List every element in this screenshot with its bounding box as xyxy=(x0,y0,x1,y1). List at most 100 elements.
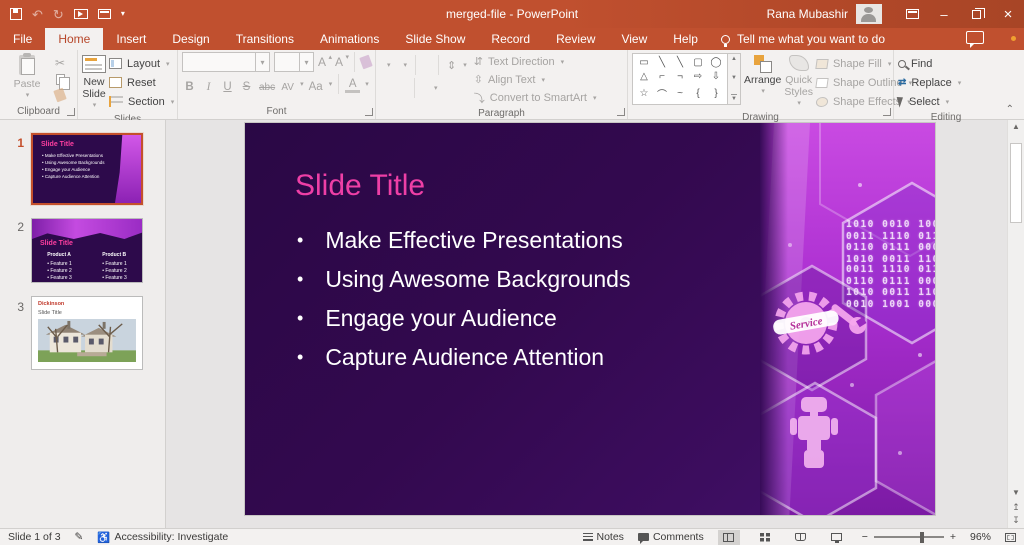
collapse-ribbon-icon[interactable]: ⌃ xyxy=(1006,104,1014,115)
layout-button[interactable]: Layout▾ xyxy=(109,55,174,72)
rectangle-shape-icon[interactable]: ▢ xyxy=(693,57,702,68)
slideshow-settings-icon[interactable] xyxy=(98,9,111,19)
ribbon-display-options-button[interactable] xyxy=(896,0,928,28)
drawing-dialog-launcher[interactable] xyxy=(883,108,891,116)
scrollbar-thumb[interactable] xyxy=(1010,143,1022,223)
tab-animations[interactable]: Animations xyxy=(307,28,392,50)
slide-thumbnail-2[interactable]: Slide Title Product A Feature 1Feature 2… xyxy=(31,218,143,283)
shapes-gallery[interactable]: ▭ ╲ ╲ ▢ ◯ △ ⌐ ¬ ⇨ ⇩ ☆ ⌒ ~ { } xyxy=(632,53,728,105)
clipboard-dialog-launcher[interactable] xyxy=(67,108,75,116)
comments-bubble-icon[interactable] xyxy=(966,31,984,44)
right-brace-shape-icon[interactable]: } xyxy=(714,88,717,99)
textbox-shape-icon[interactable]: ▭ xyxy=(639,57,648,68)
tab-file[interactable]: File xyxy=(0,28,45,50)
line-shape-icon[interactable]: ╲ xyxy=(659,57,665,68)
convert-smartart-button[interactable]: ⤵Convert to SmartArt▾ xyxy=(474,89,597,106)
font-color-button[interactable]: A xyxy=(345,76,360,93)
zoom-level[interactable]: 96% xyxy=(970,531,991,543)
arrow-line-shape-icon[interactable]: ╲ xyxy=(677,57,683,68)
redo-icon[interactable]: ↻ xyxy=(53,8,64,21)
undo-icon[interactable]: ↶ xyxy=(32,8,43,21)
scroll-up-icon[interactable]: ▲ xyxy=(1008,120,1024,134)
user-avatar[interactable] xyxy=(856,4,882,24)
change-case-button[interactable]: Aa xyxy=(308,76,324,93)
triangle-shape-icon[interactable]: △ xyxy=(640,71,648,82)
elbow-arrow-shape-icon[interactable]: ¬ xyxy=(677,71,683,82)
tab-insert[interactable]: Insert xyxy=(103,28,159,50)
quick-styles-button[interactable]: Quick Styles▾ xyxy=(784,53,813,110)
slide-sorter-view-button[interactable] xyxy=(754,530,776,545)
character-spacing-button[interactable]: AV xyxy=(280,76,295,93)
gallery-down-icon[interactable]: ▼ xyxy=(731,75,737,81)
save-icon[interactable] xyxy=(10,8,22,20)
font-size-combobox[interactable]: ▾ xyxy=(274,52,314,72)
right-arrow-shape-icon[interactable]: ⇨ xyxy=(694,71,702,82)
tell-me-box[interactable]: Tell me what you want to do xyxy=(721,28,885,50)
italic-button[interactable]: I xyxy=(201,76,216,93)
replace-button[interactable]: ⇄Replace▾ xyxy=(898,74,994,91)
slide-title-textbox[interactable]: Slide Title xyxy=(295,169,425,203)
slide-thumbnail-1[interactable]: Slide Title Make Effective Presentations… xyxy=(31,133,143,205)
select-button[interactable]: Select▾ xyxy=(898,93,994,110)
text-shadow-button[interactable]: S xyxy=(239,76,254,93)
restore-button[interactable] xyxy=(960,0,992,28)
reset-button[interactable]: Reset xyxy=(109,74,174,91)
shrink-font-button[interactable]: A xyxy=(335,55,348,69)
start-slideshow-icon[interactable] xyxy=(74,9,88,19)
tab-help[interactable]: Help xyxy=(660,28,711,50)
comments-toggle[interactable]: Comments xyxy=(638,531,704,543)
slide-thumbnail-3[interactable]: Dickinson Slide Title xyxy=(31,296,143,370)
tab-review[interactable]: Review xyxy=(543,28,608,50)
bold-button[interactable]: B xyxy=(182,76,197,93)
tab-home[interactable]: Home xyxy=(45,28,103,50)
arc-shape-icon[interactable]: ⌒ xyxy=(657,86,667,101)
vertical-scrollbar[interactable]: ▲ ▼ ↥ ↧ xyxy=(1007,120,1024,528)
oval-shape-icon[interactable]: ◯ xyxy=(710,57,721,68)
next-slide-icon[interactable]: ↧ xyxy=(1008,514,1024,527)
slideshow-view-button[interactable] xyxy=(826,530,848,545)
star-shape-icon[interactable]: ☆ xyxy=(640,88,649,99)
accessibility-checker[interactable]: ♿ Accessibility: Investigate xyxy=(97,531,228,544)
elbow-shape-icon[interactable]: ⌐ xyxy=(659,71,665,82)
paste-button[interactable]: Paste▾ xyxy=(4,53,50,102)
underline-button[interactable]: U xyxy=(220,76,235,93)
left-brace-shape-icon[interactable]: { xyxy=(696,88,699,99)
format-painter-icon[interactable] xyxy=(53,88,67,102)
strikethrough-button[interactable]: abc xyxy=(258,76,276,93)
zoom-slider-thumb[interactable] xyxy=(920,532,924,543)
spellcheck-pen-icon[interactable]: ✎ xyxy=(75,531,84,543)
down-arrow-shape-icon[interactable]: ⇩ xyxy=(712,71,720,82)
find-button[interactable]: Find xyxy=(898,55,994,72)
gallery-more-icon[interactable]: ▼ xyxy=(731,94,737,102)
align-text-button[interactable]: ⇳Align Text▾ xyxy=(474,71,597,88)
paragraph-dialog-launcher[interactable] xyxy=(617,108,625,116)
tab-view[interactable]: View xyxy=(608,28,660,50)
new-slide-button[interactable]: New Slide▾ xyxy=(82,53,106,112)
fit-slide-to-window-icon[interactable] xyxy=(1005,533,1016,542)
grow-font-button[interactable]: A xyxy=(318,55,331,69)
line-spacing-button[interactable]: ⇕ xyxy=(447,59,456,72)
clear-formatting-icon[interactable] xyxy=(359,55,373,70)
previous-slide-icon[interactable]: ↥ xyxy=(1008,501,1024,514)
customize-qat-icon[interactable]: ▾ xyxy=(121,10,125,18)
cut-icon[interactable]: ✂ xyxy=(53,56,67,70)
text-direction-button[interactable]: ⇵Text Direction▾ xyxy=(474,53,597,70)
section-button[interactable]: Section▾ xyxy=(109,93,174,110)
tab-record[interactable]: Record xyxy=(478,28,543,50)
curve-shape-icon[interactable]: ~ xyxy=(677,88,683,99)
zoom-slider[interactable] xyxy=(874,536,944,537)
font-name-combobox[interactable]: ▾ xyxy=(182,52,270,72)
user-name[interactable]: Rana Mubashir xyxy=(767,7,848,21)
close-button[interactable]: × xyxy=(992,0,1024,28)
gallery-up-icon[interactable]: ▲ xyxy=(731,56,737,62)
scroll-down-icon[interactable]: ▼ xyxy=(1008,486,1024,500)
normal-view-button[interactable] xyxy=(718,530,740,545)
tab-slideshow[interactable]: Slide Show xyxy=(392,28,478,50)
zoom-out-icon[interactable]: − xyxy=(862,531,868,543)
slide-body-textbox[interactable]: Make Effective Presentations Using Aweso… xyxy=(297,221,630,377)
minimize-button[interactable]: – xyxy=(928,0,960,28)
copy-icon[interactable] xyxy=(53,72,67,86)
reading-view-button[interactable] xyxy=(790,530,812,545)
tab-transitions[interactable]: Transitions xyxy=(223,28,307,50)
notes-toggle[interactable]: Notes xyxy=(583,531,624,543)
